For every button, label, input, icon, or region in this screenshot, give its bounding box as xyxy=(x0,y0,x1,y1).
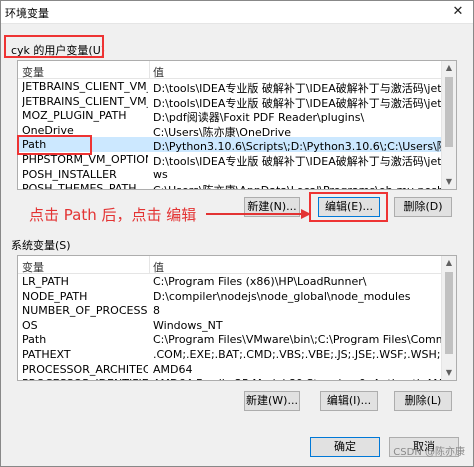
highlight-box-edit-button xyxy=(309,192,388,222)
system-variable-rows: LR_PATH C:\Program Files (x86)\HP\LoadRun… xyxy=(18,274,443,380)
column-header-variable[interactable]: 变量 xyxy=(22,259,44,275)
table-row[interactable]: MOZ_PLUGIN_PATH D:\pdf阅读器\Foxit PDF Reade… xyxy=(18,108,443,124)
system-edit-button[interactable]: 编辑(I)... xyxy=(320,391,378,411)
scroll-up-icon[interactable]: ▲ xyxy=(444,258,454,268)
environment-variables-dialog: 环境变量 ✕ cyk 的用户变量(U) 变量 值 JETBRAINS_CLIEN… xyxy=(0,0,474,467)
variable-name: PATHEXT xyxy=(22,347,71,361)
table-row[interactable]: PROCESSOR_ARCHITECTURE AMD64 xyxy=(18,362,443,377)
variable-value: .COM;.EXE;.BAT;.CMD;.VBS;.VBE;.JS;.JSE;.… xyxy=(153,347,441,361)
highlight-box-user-label xyxy=(4,35,104,58)
ok-button[interactable]: 确定 xyxy=(310,437,380,457)
variable-name: NUMBER_OF_PROCESSORS xyxy=(22,304,148,318)
table-row[interactable]: LR_PATH C:\Program Files (x86)\HP\LoadRun… xyxy=(18,274,443,289)
scroll-down-icon[interactable]: ▼ xyxy=(444,177,454,187)
column-divider[interactable] xyxy=(149,61,150,78)
annotation-text: 点击 Path 后，点击 编辑 xyxy=(29,206,197,224)
system-variables-list[interactable]: 变量 值 LR_PATH C:\Program Files (x86)\HP\Lo… xyxy=(17,255,457,381)
variable-value: AMD64 Family 25 Model 80 Stepping 0, Aut… xyxy=(153,377,441,380)
table-row[interactable]: PATHEXT .COM;.EXE;.BAT;.CMD;.VBS;.VBE;.JS… xyxy=(18,347,443,362)
scroll-down-icon[interactable]: ▼ xyxy=(444,368,454,378)
user-variables-list[interactable]: 变量 值 JETBRAINS_CLIENT_VM_OP...D:\tools\I… xyxy=(17,60,457,190)
table-row[interactable]: POSH_INSTALLER ws xyxy=(18,167,443,182)
variable-value: C:\Program Files\VMware\bin\;C:\Program … xyxy=(153,333,441,347)
variable-name: Path xyxy=(22,333,47,347)
column-header-variable[interactable]: 变量 xyxy=(22,64,44,80)
table-row[interactable]: JETBRAINS_CLIENT_VM_OP...D:\tools\IDEA专业… xyxy=(18,94,443,110)
table-row[interactable]: OS Windows_NT xyxy=(18,318,443,333)
system-delete-button[interactable]: 删除(L) xyxy=(394,391,452,411)
scroll-thumb[interactable] xyxy=(445,77,453,147)
variable-name: POSH_THEMES_PATH xyxy=(22,182,137,190)
variable-value: ws xyxy=(153,167,168,181)
variable-value: AMD64 xyxy=(153,362,193,376)
highlight-box-path-row xyxy=(17,135,92,155)
scroll-up-icon[interactable]: ▲ xyxy=(444,63,454,73)
variable-value: D:\compiler\nodejs\node_global\node_modu… xyxy=(153,289,411,303)
table-row[interactable]: POSH_THEMES_PATH C:\Users\陈亦康\AppData\Loc… xyxy=(18,181,443,190)
list-header: 变量 值 xyxy=(18,256,456,274)
variable-name: JETBRAINS_CLIENT_VM_OP... xyxy=(22,80,148,93)
vertical-scrollbar[interactable]: ▲ ▼ xyxy=(441,61,456,189)
annotation-arrow-icon xyxy=(206,209,311,219)
variable-name: PROCESSOR_IDENTIFIER xyxy=(22,377,148,380)
column-divider[interactable] xyxy=(149,256,150,273)
list-header: 变量 值 xyxy=(18,61,456,79)
variable-value: Windows_NT xyxy=(153,318,223,332)
variable-name: OS xyxy=(22,318,38,332)
variable-name: POSH_INSTALLER xyxy=(22,167,117,181)
user-delete-button[interactable]: 删除(D) xyxy=(394,197,452,217)
variable-name: PROCESSOR_ARCHITECTURE xyxy=(22,362,148,376)
table-row[interactable]: Path C:\Program Files\VMware\bin\;C:\Prog… xyxy=(18,332,443,347)
table-row[interactable]: JETBRAINS_CLIENT_VM_OP...D:\tools\IDEA专业… xyxy=(18,79,443,95)
column-header-value[interactable]: 值 xyxy=(153,259,164,275)
variable-name: NODE_PATH xyxy=(22,289,88,303)
variable-value: 8 xyxy=(153,304,160,318)
title-bar: 环境变量 ✕ xyxy=(1,1,473,24)
table-row[interactable]: NUMBER_OF_PROCESSORS 8 xyxy=(18,303,443,318)
table-row[interactable]: PROCESSOR_IDENTIFIER AMD64 Family 25 Mode… xyxy=(18,376,443,380)
vertical-scrollbar[interactable]: ▲ ▼ xyxy=(441,256,456,380)
variable-value: C:\Program Files (x86)\HP\LoadRunner\ xyxy=(153,275,367,288)
watermark: CSDN @陈亦康 xyxy=(393,447,465,458)
system-new-button[interactable]: 新建(W)... xyxy=(244,391,300,411)
variable-name: LR_PATH xyxy=(22,275,69,288)
table-row[interactable]: NODE_PATH D:\compiler\nodejs\node_global\… xyxy=(18,289,443,304)
variable-value: C:\Users\陈亦康\AppData\Local\Programs\oh-m… xyxy=(153,182,441,189)
scroll-thumb[interactable] xyxy=(445,272,453,354)
close-icon[interactable]: ✕ xyxy=(443,1,473,23)
window-title: 环境变量 xyxy=(5,7,49,20)
system-variables-label: 系统变量(S) xyxy=(11,239,71,252)
variable-name: JETBRAINS_CLIENT_VM_OP... xyxy=(22,94,148,108)
variable-name: MOZ_PLUGIN_PATH xyxy=(22,109,127,123)
column-header-value[interactable]: 值 xyxy=(153,64,164,80)
